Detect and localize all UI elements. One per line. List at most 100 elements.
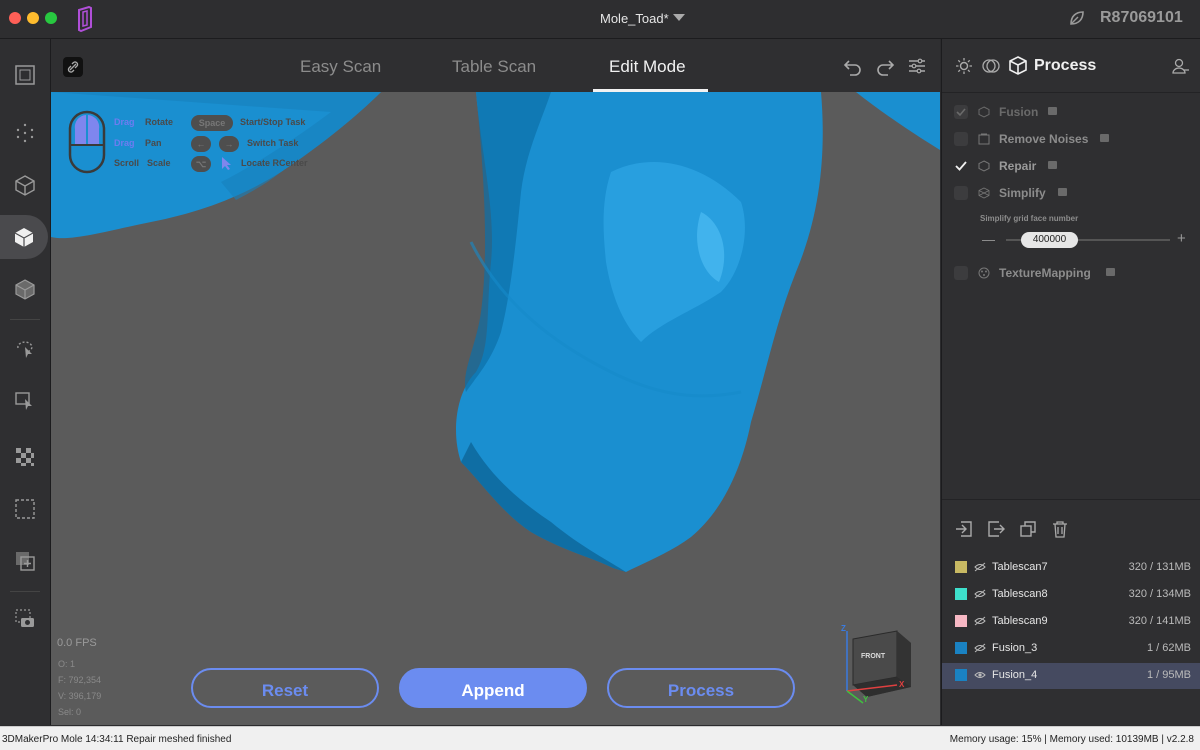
eye-hidden-icon[interactable]	[974, 562, 986, 572]
eye-hidden-icon[interactable]	[974, 643, 986, 653]
minimize-window-button[interactable]	[27, 12, 39, 24]
crop-box-icon[interactable]	[0, 487, 50, 531]
info-note-icon[interactable]	[1106, 268, 1115, 276]
settings-sliders-icon[interactable]	[907, 56, 927, 76]
point-cloud-view-icon[interactable]	[0, 111, 50, 155]
info-note-icon[interactable]	[1100, 134, 1109, 142]
duplicate-icon[interactable]	[1019, 520, 1037, 538]
title-bar: Mole_Toad* R87069101	[0, 0, 1200, 39]
close-window-button[interactable]	[9, 12, 21, 24]
eye-hidden-icon[interactable]	[974, 589, 986, 599]
list-item[interactable]: Fusion_4 1 / 95MB	[942, 663, 1200, 689]
3d-viewport[interactable]: Drag Rotate Space Start/Stop Task Drag P…	[51, 92, 940, 725]
mouse-hint-icon	[68, 110, 106, 174]
eye-hidden-icon[interactable]	[974, 616, 986, 626]
stat-faces: F: 792,354	[58, 675, 102, 685]
checker-icon[interactable]	[0, 435, 50, 479]
texture-mapping-checkbox[interactable]	[954, 266, 968, 280]
scan-size: 320 / 134MB	[1128, 588, 1191, 600]
wireframe-view-icon[interactable]	[0, 163, 50, 207]
lasso-select-icon[interactable]	[0, 327, 50, 371]
process-button[interactable]: Process	[607, 668, 795, 708]
scan-color-swatch[interactable]	[955, 588, 967, 600]
simplify-value-input[interactable]: 400000	[1021, 232, 1078, 248]
rect-select-icon[interactable]	[0, 379, 50, 423]
license-leaf-icon[interactable]	[1068, 9, 1086, 27]
scan-list-toolbar	[942, 499, 1200, 550]
simplify-checkbox[interactable]	[954, 186, 968, 200]
scan-size: 320 / 131MB	[1128, 561, 1191, 573]
stat-objects: O: 1	[58, 659, 76, 669]
panel-header: Process	[942, 39, 1200, 93]
chevron-down-icon[interactable]	[673, 14, 685, 21]
scan-color-swatch[interactable]	[955, 642, 967, 654]
simplify-label: Simplify	[999, 186, 1046, 200]
hint-drag-pan-key: Drag	[114, 138, 135, 148]
texture-mapping-step-icon	[978, 267, 990, 279]
user-settings-icon[interactable]	[1172, 57, 1190, 75]
toolbar-divider	[10, 591, 40, 592]
scan-name: Fusion_4	[992, 669, 1038, 681]
maximize-window-button[interactable]	[45, 12, 57, 24]
step-remove-noises: Remove Noises	[942, 128, 1200, 150]
fusion-checkbox[interactable]	[954, 105, 968, 119]
scan-color-swatch[interactable]	[955, 669, 967, 681]
list-item[interactable]: Tablescan9 320 / 141MB	[942, 609, 1200, 635]
info-note-icon[interactable]	[1048, 107, 1057, 115]
arrow-right-key-icon: →	[219, 136, 239, 152]
license-code: R87069101	[1100, 9, 1183, 26]
scan-color-swatch[interactable]	[955, 615, 967, 627]
append-button[interactable]: Append	[399, 668, 587, 708]
export-icon[interactable]	[987, 520, 1005, 538]
stat-selected: Sel: 0	[58, 707, 82, 717]
process-panel: Process Fusion Remove Noises Repair Simp…	[941, 39, 1200, 725]
import-icon[interactable]	[955, 520, 973, 538]
link-icon[interactable]	[63, 57, 83, 77]
app-logo-icon	[78, 6, 92, 32]
fusion-label: Fusion	[999, 105, 1039, 119]
axis-x-label: X	[899, 680, 905, 689]
status-bar: 3DMakerPro Mole 14:34:11 Repair meshed f…	[0, 726, 1200, 750]
texture-mapping-label: TextureMapping	[999, 266, 1091, 280]
compare-icon[interactable]	[982, 57, 1000, 75]
list-item[interactable]: Fusion_3 1 / 62MB	[942, 636, 1200, 662]
step-fusion: Fusion	[942, 101, 1200, 123]
reset-button[interactable]: Reset	[191, 668, 379, 708]
decrease-button[interactable]: —	[982, 232, 995, 247]
screenshot-camera-icon[interactable]	[0, 597, 50, 641]
undo-icon[interactable]	[843, 56, 863, 76]
mesh-model	[51, 92, 940, 572]
document-title[interactable]: Mole_Toad*	[600, 11, 669, 26]
list-item[interactable]: Tablescan7 320 / 131MB	[942, 555, 1200, 581]
hint-pan-label: Pan	[145, 138, 162, 148]
eye-icon[interactable]	[974, 670, 986, 680]
panel-title: Process	[1034, 57, 1097, 74]
info-note-icon[interactable]	[1048, 161, 1057, 169]
scan-size: 1 / 62MB	[1146, 642, 1191, 654]
hint-switch-task-label: Switch Task	[247, 138, 299, 148]
simplify-grid-label: Simplify grid face number	[980, 214, 1079, 223]
tab-edit-mode[interactable]: Edit Mode	[609, 57, 686, 77]
list-item[interactable]: Tablescan8 320 / 134MB	[942, 582, 1200, 608]
scan-color-swatch[interactable]	[955, 561, 967, 573]
process-cube-icon[interactable]	[1009, 56, 1027, 75]
scan-name: Tablescan7	[992, 561, 1048, 573]
tab-easy-scan[interactable]: Easy Scan	[300, 57, 381, 77]
info-note-icon[interactable]	[1058, 188, 1067, 196]
sun-light-icon[interactable]	[955, 57, 973, 75]
texture-view-icon[interactable]	[0, 267, 50, 311]
status-message: 3DMakerPro Mole 14:34:11 Repair meshed f…	[2, 734, 232, 745]
trash-icon[interactable]	[1051, 520, 1069, 538]
tab-table-scan[interactable]: Table Scan	[452, 57, 536, 77]
fusion-step-icon	[978, 106, 990, 118]
increase-button[interactable]: +	[1177, 230, 1186, 247]
remove-noises-checkbox[interactable]	[954, 132, 968, 146]
redo-icon[interactable]	[875, 56, 895, 76]
add-object-icon[interactable]	[0, 539, 50, 583]
frame-select-tool-icon[interactable]	[0, 53, 50, 97]
hint-rotate-label: Rotate	[145, 117, 174, 127]
cursor-arrow-icon	[222, 157, 231, 170]
repair-checkbox[interactable]	[954, 159, 968, 173]
solid-view-icon[interactable]	[0, 215, 48, 259]
orientation-cube[interactable]: FRONT Z X Y	[839, 624, 919, 705]
